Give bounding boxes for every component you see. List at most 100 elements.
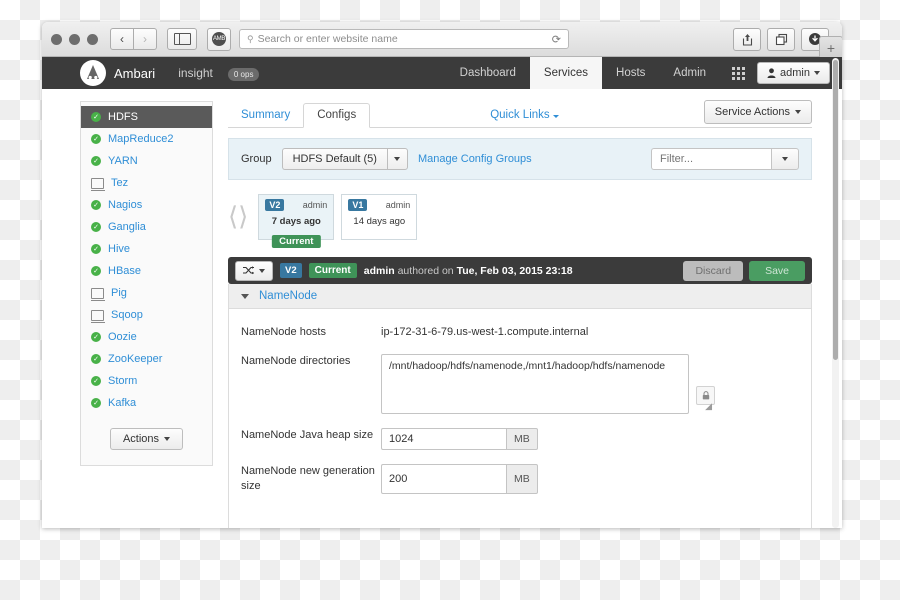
filter-input[interactable] [651,148,771,170]
show-all-tabs-button[interactable] [767,27,795,51]
sidebar-toggle-button[interactable] [167,28,197,50]
sidebar-item-storm[interactable]: ✓ Storm [81,370,212,392]
config-version-strip: ⟨ ⟩ V2 admin 7 days ago Current V1 admin [228,194,812,248]
namenode-directories-input[interactable] [381,354,689,414]
version-card-header: V2 admin [265,199,327,211]
status-ok-icon: ✓ [91,354,101,364]
user-menu-label: admin [780,67,810,79]
service-actions-button[interactable]: Service Actions [703,100,812,124]
sidebar-icon [173,33,191,45]
tabs-icon [775,33,787,45]
brand-area: Ambari insight 0 ops [42,57,260,89]
config-group-select[interactable]: HDFS Default (5) [281,148,408,170]
nav-item-dashboard[interactable]: Dashboard [446,57,530,89]
sidebar-item-label: MapReduce2 [108,133,174,145]
navbar-spacer [259,57,445,89]
sidebar-item-label: YARN [108,155,138,167]
actions-button[interactable]: Actions [109,428,184,450]
discard-button[interactable]: Discard [683,260,744,281]
ambari-logo-icon [80,60,106,86]
ops-badge: 0 ops [227,67,260,81]
sidebar-item-hive[interactable]: ✓ Hive [81,238,212,260]
status-ok-icon: ✓ [91,244,101,254]
sidebar-item-hbase[interactable]: ✓ HBase [81,260,212,282]
sidebar-item-label: Sqoop [111,309,143,321]
compare-icon [243,266,254,275]
version-card-v1[interactable]: V1 admin 14 days ago [341,194,418,240]
sidebar-item-mapreduce2[interactable]: ✓ MapReduce2 [81,128,212,150]
config-row-namenode-hosts: NameNode hosts ip-172-31-6-79.us-west-1.… [229,325,811,340]
config-row-namenode-heap: NameNode Java heap size MB [229,428,811,450]
user-icon [767,68,776,78]
zoom-window-button[interactable] [87,33,98,45]
nav-button-group: ‹ › [110,28,157,50]
chevron-down-icon [552,115,559,118]
sidebar-item-label: Kafka [108,397,137,409]
sidebar-item-sqoop[interactable]: Sqoop [81,304,212,326]
active-version-tag: V2 [280,263,302,278]
version-author-name: admin [363,264,395,277]
version-nav-arrows[interactable]: ⟨ ⟩ [228,204,248,230]
namenode-heap-input[interactable] [381,428,506,450]
version-author: admin [302,200,328,210]
forward-button[interactable]: › [134,28,157,50]
resize-grip-icon[interactable]: ◢ [705,402,712,411]
new-tab-button[interactable]: + [819,36,842,58]
address-bar[interactable]: ⚲ Search or enter website name ⟳ [239,29,569,49]
tab-summary[interactable]: Summary [228,104,303,127]
filter-dropdown-button[interactable] [771,148,799,170]
compare-versions-button[interactable] [235,260,273,281]
namenode-panel-header[interactable]: NameNode [229,284,811,309]
nav-item-admin[interactable]: Admin [659,57,720,89]
sidebar-item-hdfs[interactable]: ✓ HDFS [81,106,212,128]
sidebar-item-tez[interactable]: Tez [81,172,212,194]
filter-area [651,148,799,170]
search-icon: ⚲ [247,33,254,44]
service-tabs: Summary Configs Quick Links Service Acti… [228,100,812,128]
prev-version-icon[interactable]: ⟨ [228,204,238,230]
version-age: 7 days ago [271,216,321,227]
favicon-button[interactable]: AMB [207,27,231,51]
sidebar-item-oozie[interactable]: ✓ Oozie [81,326,212,348]
back-button[interactable]: ‹ [110,28,134,50]
sidebar-item-yarn[interactable]: ✓ YARN [81,150,212,172]
config-label: NameNode new generation size [241,465,375,492]
config-group-caret[interactable] [386,148,408,170]
user-menu-button[interactable]: admin [757,62,830,84]
sidebar-item-kafka[interactable]: ✓ Kafka [81,392,212,414]
sidebar-item-label: Oozie [108,331,137,343]
sidebar-item-label: Nagios [108,199,143,211]
apps-grid-button[interactable] [720,57,757,89]
panel-title: NameNode [259,290,318,302]
tab-configs[interactable]: Configs [303,103,371,128]
next-version-icon[interactable]: ⟩ [238,204,248,230]
config-group-value: HDFS Default (5) [281,148,387,170]
window-traffic-lights[interactable] [51,33,98,45]
sidebar-item-zookeeper[interactable]: ✓ ZooKeeper [81,348,212,370]
sidebar-item-nagios[interactable]: ✓ Nagios [81,194,212,216]
nav-item-hosts[interactable]: Hosts [602,57,659,89]
namenode-config-panel: NameNode NameNode hosts ip-172-31-6-79.u… [228,284,812,528]
nav-item-services[interactable]: Services [529,57,603,89]
save-button[interactable]: Save [749,260,805,281]
manage-config-groups-link[interactable]: Manage Config Groups [418,153,532,165]
share-icon [742,33,752,46]
namenode-newgen-input[interactable] [381,464,506,494]
version-authored-text: admin authored on Tue, Feb 03, 2015 23:1… [364,265,573,277]
page-scrollbar-thumb[interactable] [833,60,838,360]
quick-links-dropdown[interactable]: Quick Links [490,109,559,127]
status-ok-icon: ✓ [91,156,101,166]
page-scrollbar[interactable] [832,58,839,528]
sidebar-item-ganglia[interactable]: ✓ Ganglia [81,216,212,238]
page-content: ✓ HDFS ✓ MapReduce2 ✓ YARN Tez ✓ Nagios … [42,89,842,528]
close-window-button[interactable] [51,33,62,45]
client-monitor-icon [90,177,105,191]
version-card-v2[interactable]: V2 admin 7 days ago Current [258,194,335,248]
authored-on-text: authored on [397,264,454,277]
minimize-window-button[interactable] [69,33,80,45]
reload-icon[interactable]: ⟳ [552,33,561,46]
share-button[interactable] [733,27,761,51]
lock-icon [702,391,709,400]
version-tag: V2 [265,199,285,211]
sidebar-item-pig[interactable]: Pig [81,282,212,304]
